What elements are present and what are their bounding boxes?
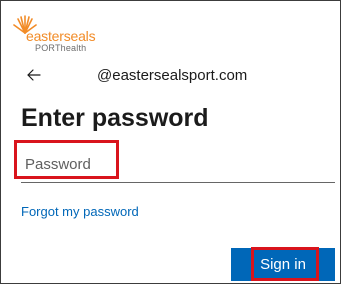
forgot-password-link[interactable]: Forgot my password (21, 204, 139, 219)
password-input[interactable] (21, 149, 121, 179)
sign-in-button[interactable]: Sign in (231, 248, 335, 281)
logo-sub-text: PORThealth (35, 43, 87, 53)
account-email: @eastersealsport.com (97, 67, 248, 84)
password-underline (21, 182, 335, 183)
sign-in-panel: easterseals PORThealth @eastersealsport.… (0, 0, 341, 284)
arrow-left-icon[interactable] (27, 69, 41, 81)
easterseals-logo: easterseals PORThealth (11, 11, 101, 55)
logo-brand-text: easterseals (26, 28, 96, 44)
page-title: Enter password (21, 104, 209, 132)
